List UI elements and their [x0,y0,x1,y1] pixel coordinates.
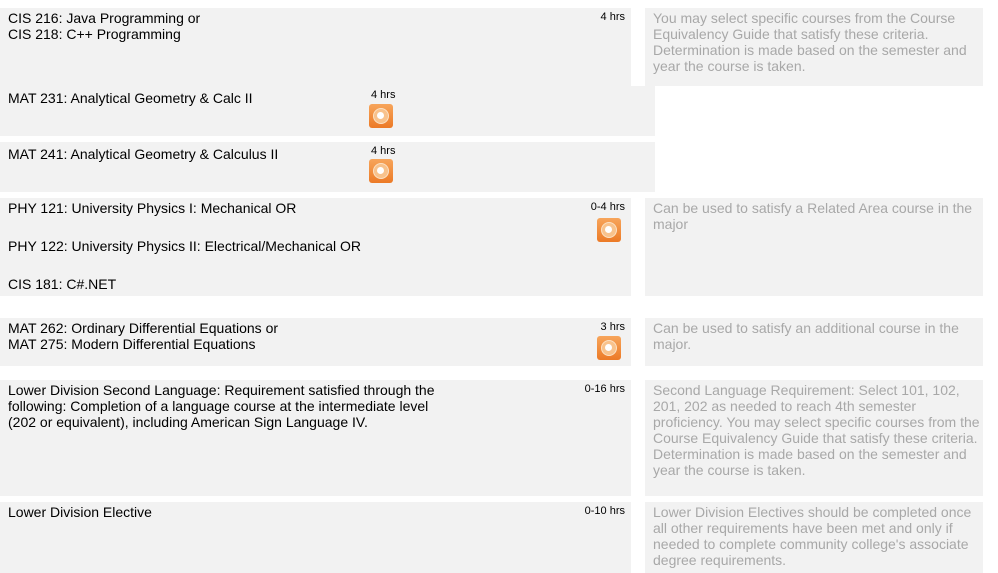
hours-cell: 3 hrs [500,318,631,366]
hours-cell: 0-10 hrs [500,502,631,573]
spacer-cell [410,142,655,192]
course-cell: Lower Division Elective [0,502,500,573]
course-title: MAT 275: Modern Differential Equations [8,336,256,352]
hours-cell: 4 hrs [360,86,410,136]
course-title: PHY 122: University Physics II: Electric… [8,238,361,254]
credit-hours: 4 hrs [600,11,625,23]
course-title: CIS 218: C++ Programming [8,26,181,42]
hours-cell: 0-4 hrs [500,198,631,296]
course-cell: Lower Division Second Language: Requirem… [0,380,500,496]
hours-cell: 4 hrs [500,8,631,86]
hours-cell: 4 hrs [360,142,410,192]
audio-course-icon[interactable] [369,159,393,183]
course-cell: MAT 262: Ordinary Differential Equations… [0,318,500,366]
credit-hours: 3 hrs [600,321,625,333]
course-note: Lower Division Electives should be compl… [653,504,972,568]
course-title: (202 or equivalent), including American … [8,414,368,430]
course-title: CIS 216: Java Programming or [8,10,201,26]
credit-hours: 4 hrs [371,145,396,157]
course-note: Second Language Requirement: Select 101,… [653,382,980,478]
course-note: Can be used to satisfy an additional cou… [653,320,959,352]
audio-course-icon[interactable] [597,336,621,360]
course-cell: CIS 216: Java Programming or CIS 218: C+… [0,8,500,86]
course-note: You may select specific courses from the… [653,10,967,74]
note-cell: Can be used to satisfy a Related Area co… [645,198,983,296]
course-title: CIS 181: C#.NET [8,276,117,292]
note-cell: Can be used to satisfy an additional cou… [645,318,983,366]
audio-course-icon[interactable] [369,104,393,128]
course-title: MAT 231: Analytical Geometry & Calc II [8,90,253,106]
course-title: MAT 262: Ordinary Differential Equations… [8,320,279,336]
course-cell: MAT 241: Analytical Geometry & Calculus … [0,142,360,192]
hours-cell: 0-16 hrs [500,380,631,496]
course-cell: MAT 231: Analytical Geometry & Calc II [0,86,360,136]
credit-hours: 4 hrs [371,89,396,101]
credit-hours: 0-16 hrs [584,383,625,395]
note-cell: Lower Division Electives should be compl… [645,502,983,573]
audio-course-icon[interactable] [597,218,621,242]
note-cell: You may select specific courses from the… [645,8,983,86]
course-title: Lower Division Second Language: Requirem… [8,382,435,398]
course-title: MAT 241: Analytical Geometry & Calculus … [8,146,279,162]
spacer-cell [410,86,655,136]
credit-hours: 0-10 hrs [584,505,625,517]
course-title: Lower Division Elective [8,504,152,520]
note-cell: Second Language Requirement: Select 101,… [645,380,983,496]
course-title: following: Completion of a language cour… [8,398,429,414]
course-title: PHY 121: University Physics I: Mechanica… [8,200,297,216]
course-note: Can be used to satisfy a Related Area co… [653,200,973,232]
credit-hours: 0-4 hrs [590,201,625,213]
course-cell: PHY 121: University Physics I: Mechanica… [0,198,500,296]
